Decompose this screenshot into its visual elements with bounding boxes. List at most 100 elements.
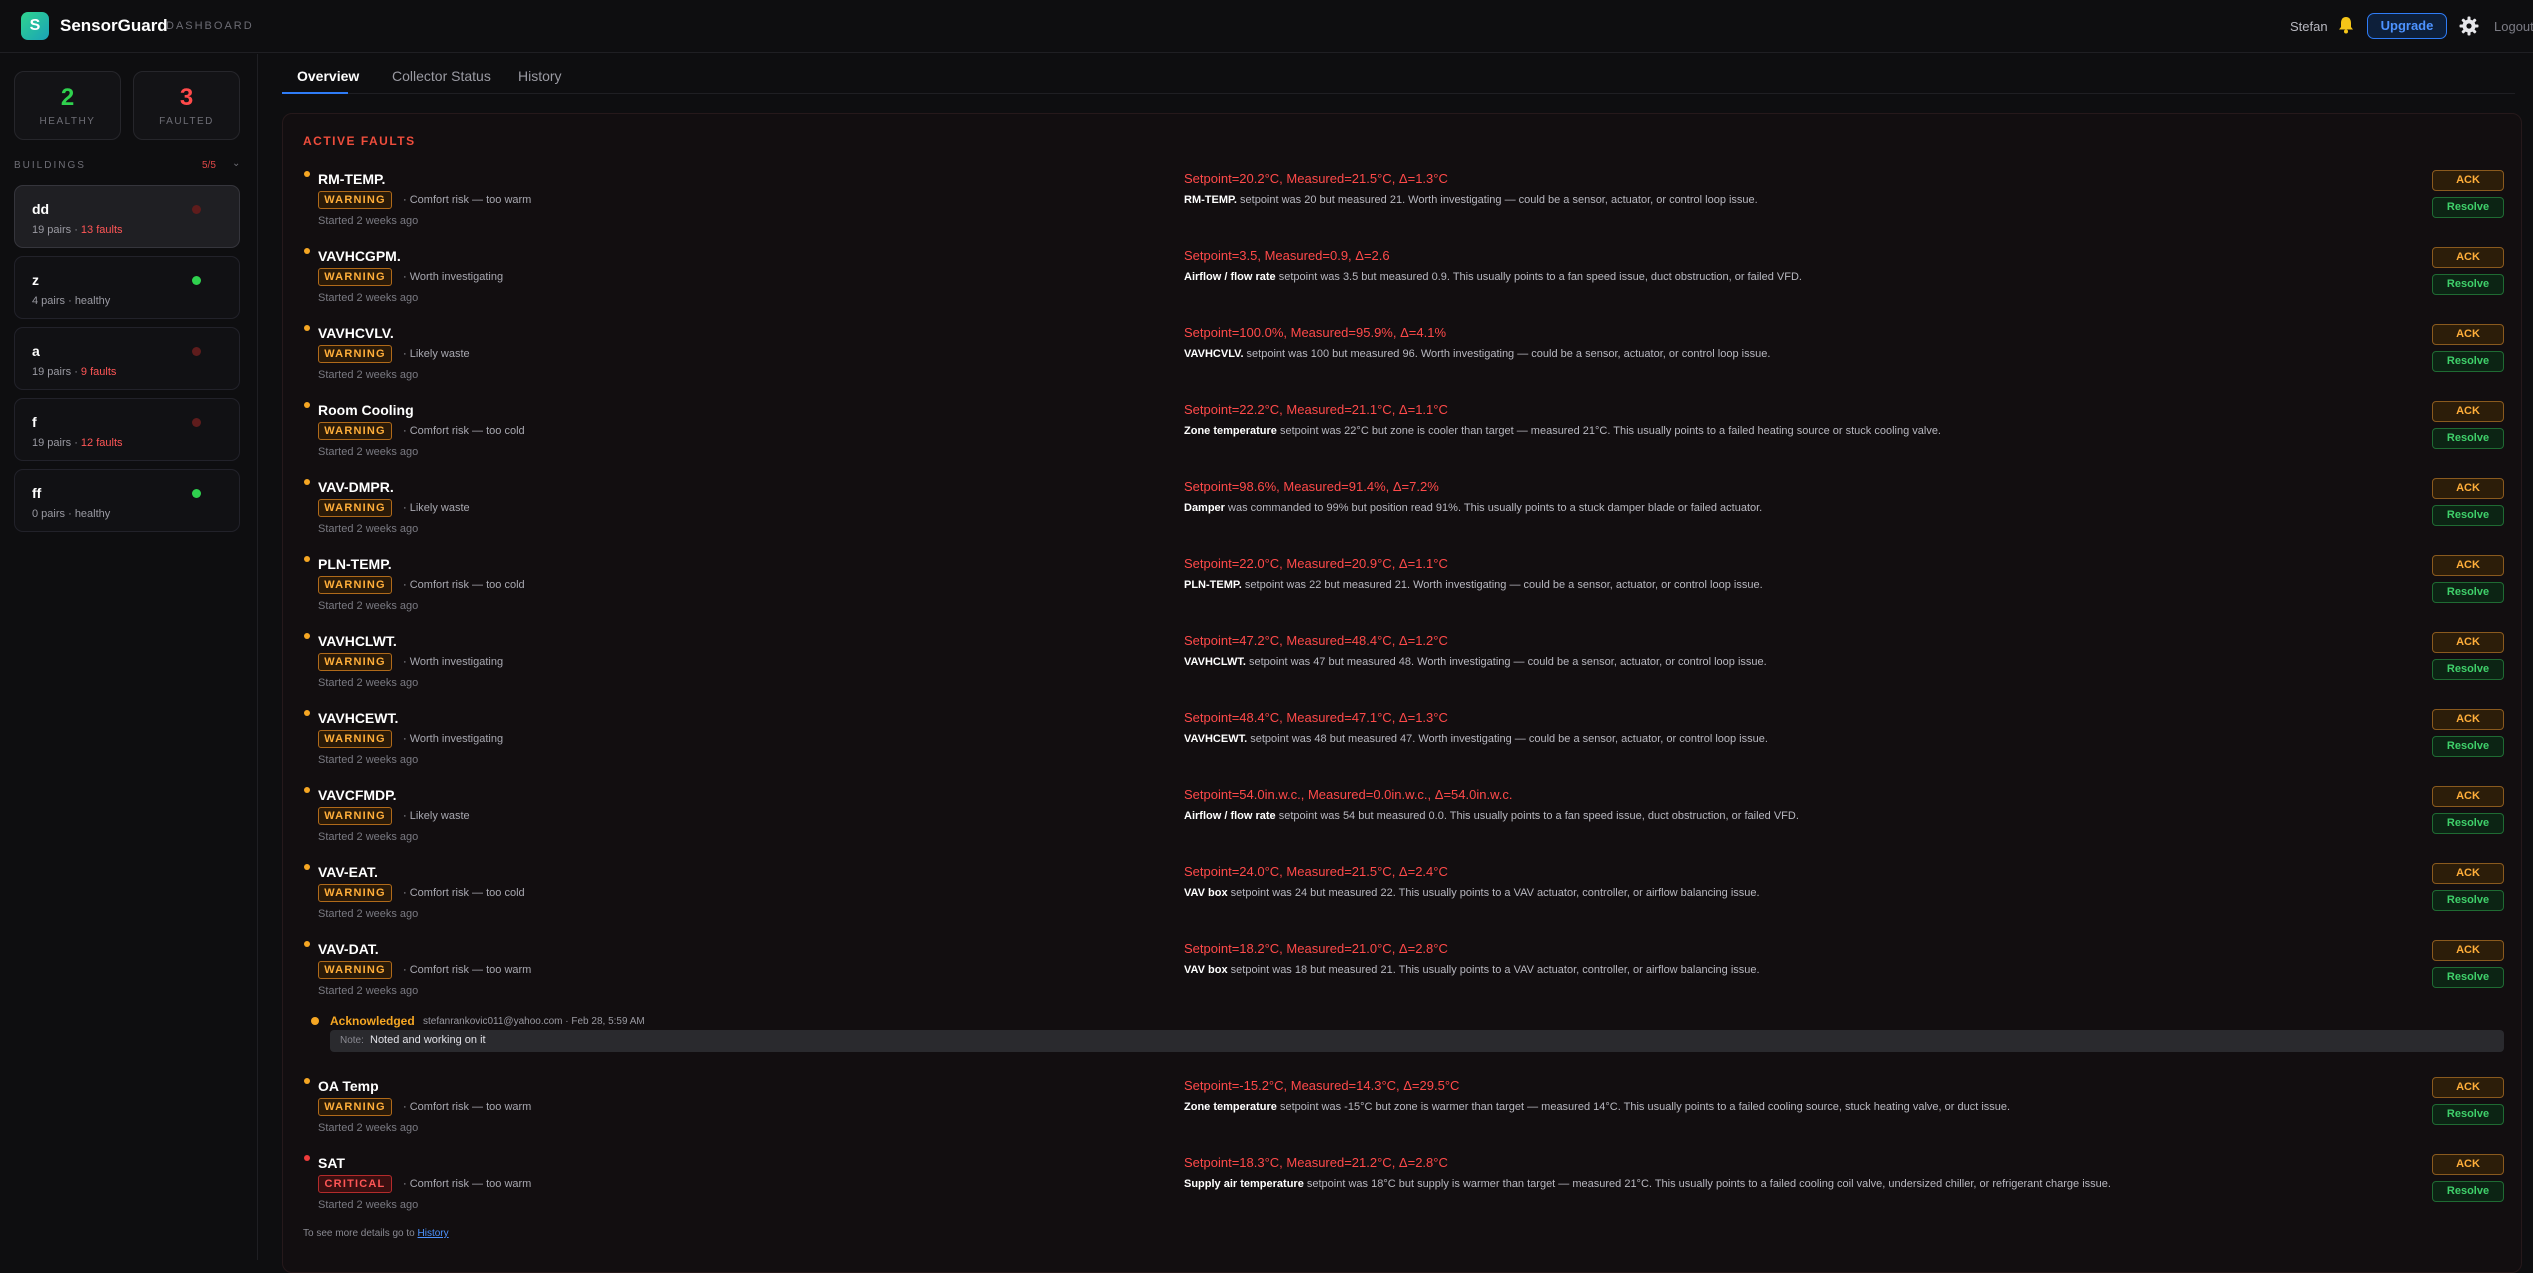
severity-dot [304, 941, 310, 947]
building-card-z[interactable]: z 4 pairs · healthy [14, 256, 240, 319]
ack-dot [311, 1017, 319, 1025]
footer-note: To see more details go to History [303, 1228, 449, 1239]
ack-button[interactable]: ACK [2432, 1154, 2504, 1175]
fault-started: Started 2 weeks ago [318, 1199, 419, 1211]
faulted-count: 3 [179, 84, 194, 111]
severity-badge: WARNING [318, 1098, 392, 1116]
severity-dot [304, 864, 310, 870]
fault-name: RM-TEMP. [318, 171, 386, 187]
severity-badge: WARNING [318, 499, 392, 517]
resolve-button[interactable]: Resolve [2432, 428, 2504, 449]
fault-impact: · Worth investigating [403, 271, 504, 283]
fault-description: Damper was commanded to 99% but position… [1184, 502, 1763, 514]
fault-description: VAVHCVLV. setpoint was 100 but measured … [1184, 348, 1771, 360]
resolve-button[interactable]: Resolve [2432, 890, 2504, 911]
bell-icon[interactable] [2336, 15, 2356, 35]
fault-reading: Setpoint=20.2°C, Measured=21.5°C, Δ=1.3°… [1184, 171, 1448, 186]
ack-button[interactable]: ACK [2432, 1077, 2504, 1098]
fault-impact: · Comfort risk — too warm [403, 194, 532, 206]
resolve-button[interactable]: Resolve [2432, 274, 2504, 295]
upgrade-button[interactable]: Upgrade [2367, 13, 2447, 39]
building-name: a [32, 343, 40, 359]
fault-impact: · Worth investigating [403, 733, 504, 745]
fault-impact: · Likely waste [403, 810, 470, 822]
resolve-button[interactable]: Resolve [2432, 1104, 2504, 1125]
building-name: z [32, 272, 39, 288]
fault-reading: Setpoint=3.5, Measured=0.9, Δ=2.6 [1184, 248, 1390, 263]
severity-badge: WARNING [318, 345, 392, 363]
fault-description: Airflow / flow rate setpoint was 54 but … [1184, 810, 1799, 822]
severity-dot [304, 402, 310, 408]
resolve-button[interactable]: Resolve [2432, 736, 2504, 757]
severity-badge: WARNING [318, 191, 392, 209]
ack-button[interactable]: ACK [2432, 555, 2504, 576]
ack-note: Note: Noted and working on it [330, 1030, 2504, 1052]
ack-button[interactable]: ACK [2432, 786, 2504, 807]
fault-name: OA Temp [318, 1078, 379, 1094]
building-meta: 19 pairs · 9 faults [32, 366, 117, 378]
severity-dot [304, 633, 310, 639]
fault-description: VAV box setpoint was 24 but measured 22.… [1184, 887, 1760, 899]
fault-description: Airflow / flow rate setpoint was 3.5 but… [1184, 271, 1802, 283]
tab-collector-status[interactable]: Collector Status [392, 68, 491, 84]
fault-description: Zone temperature setpoint was -15°C but … [1184, 1101, 2011, 1113]
building-name: ff [32, 485, 42, 501]
sidebar: 2 HEALTHY 3 FAULTED BUILDINGS 5/5 ⌄ dd 1… [0, 54, 258, 1260]
building-card-a[interactable]: a 19 pairs · 9 faults [14, 327, 240, 390]
fault-description: RM-TEMP. setpoint was 20 but measured 21… [1184, 194, 1758, 206]
ack-button[interactable]: ACK [2432, 478, 2504, 499]
fault-row: OA Temp WARNING · Comfort risk — too warm S… [283, 1073, 2523, 1150]
fault-impact: · Comfort risk — too cold [403, 887, 525, 899]
fault-row: SAT CRITICAL · Comfort risk — too warm Star… [283, 1150, 2523, 1227]
building-card-dd[interactable]: dd 19 pairs · 13 faults [14, 185, 240, 248]
ack-button[interactable]: ACK [2432, 709, 2504, 730]
fault-reading: Setpoint=22.2°C, Measured=21.1°C, Δ=1.1°… [1184, 402, 1448, 417]
fault-started: Started 2 weeks ago [318, 754, 419, 766]
app-title[interactable]: SensorGuard [60, 16, 168, 36]
fault-description: VAV box setpoint was 18 but measured 21.… [1184, 964, 1760, 976]
fault-impact: · Likely waste [403, 348, 470, 360]
ack-button[interactable]: ACK [2432, 401, 2504, 422]
fault-started: Started 2 weeks ago [318, 831, 419, 843]
tab-overview[interactable]: Overview [297, 68, 359, 84]
fault-impact: · Likely waste [403, 502, 470, 514]
fault-row: VAVHCEWT. WARNING · Worth investigating Sta… [283, 705, 2523, 782]
fault-started: Started 2 weeks ago [318, 369, 419, 381]
building-card-ff[interactable]: ff 0 pairs · healthy [14, 469, 240, 532]
resolve-button[interactable]: Resolve [2432, 967, 2504, 988]
building-card-f[interactable]: f 19 pairs · 12 faults [14, 398, 240, 461]
fault-impact: · Comfort risk — too cold [403, 425, 525, 437]
fault-row: VAVHCVLV. WARNING · Likely waste Started 2 … [283, 320, 2523, 397]
gear-icon[interactable] [2459, 16, 2479, 36]
ack-button[interactable]: ACK [2432, 247, 2504, 268]
resolve-button[interactable]: Resolve [2432, 505, 2504, 526]
severity-badge: WARNING [318, 653, 392, 671]
logout-link[interactable]: Logout [2494, 19, 2533, 34]
fault-name: VAV-DAT. [318, 941, 379, 957]
fault-name: VAVHCEWT. [318, 710, 399, 726]
ack-button[interactable]: ACK [2432, 324, 2504, 345]
severity-dot [304, 171, 310, 177]
buildings-count: 5/5 [202, 160, 216, 171]
status-dot [192, 205, 201, 214]
fault-started: Started 2 weeks ago [318, 523, 419, 535]
resolve-button[interactable]: Resolve [2432, 197, 2504, 218]
resolve-button[interactable]: Resolve [2432, 659, 2504, 680]
resolve-button[interactable]: Resolve [2432, 351, 2504, 372]
severity-dot [304, 787, 310, 793]
ack-button[interactable]: ACK [2432, 632, 2504, 653]
faulted-label: FAULTED [159, 116, 214, 127]
tab-history[interactable]: History [518, 68, 562, 84]
building-meta: 0 pairs · healthy [32, 508, 111, 520]
ack-button[interactable]: ACK [2432, 170, 2504, 191]
chevron-down-icon[interactable]: ⌄ [232, 158, 240, 169]
fault-row: VAV-DMPR. WARNING · Likely waste Started 2 … [283, 474, 2523, 551]
ack-button[interactable]: ACK [2432, 863, 2504, 884]
resolve-button[interactable]: Resolve [2432, 1181, 2504, 1202]
ack-button[interactable]: ACK [2432, 940, 2504, 961]
fault-reading: Setpoint=24.0°C, Measured=21.5°C, Δ=2.4°… [1184, 864, 1448, 879]
resolve-button[interactable]: Resolve [2432, 813, 2504, 834]
resolve-button[interactable]: Resolve [2432, 582, 2504, 603]
severity-badge: CRITICAL [318, 1175, 392, 1193]
history-link[interactable]: History [418, 1228, 449, 1239]
